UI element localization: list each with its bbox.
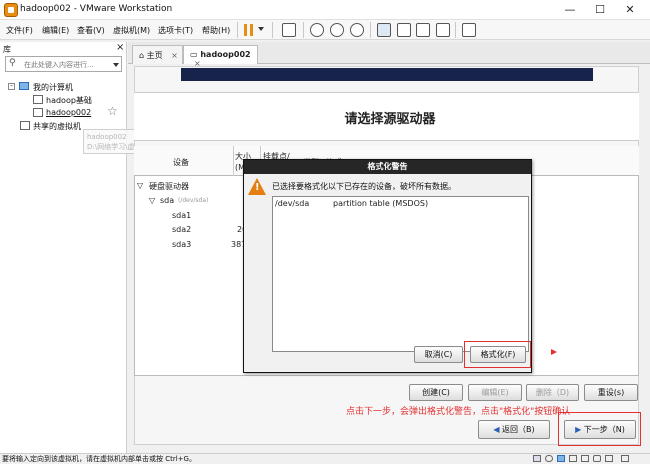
tutorial-annotation: 点击下一步，会弹出格式化警告，点击"格式化"按钮确认 bbox=[346, 407, 571, 417]
send-ctrl-alt-del-icon[interactable] bbox=[282, 23, 296, 37]
col-separator bbox=[233, 146, 234, 176]
vm-icon bbox=[33, 108, 43, 117]
vmware-app-icon bbox=[4, 3, 18, 17]
back-button[interactable]: ◀ 返回（B) bbox=[478, 420, 550, 439]
toolbar-separator bbox=[303, 22, 304, 38]
next-button[interactable]: ▶ 下一步（N) bbox=[564, 420, 636, 439]
row-sda2[interactable]: sda2 bbox=[172, 225, 191, 234]
window-title: hadoop002 - VMware Workstation bbox=[20, 4, 173, 14]
row-sda3[interactable]: sda3 bbox=[172, 240, 191, 249]
toolbar-separator bbox=[455, 22, 456, 38]
menu-vm[interactable]: 虚拟机(M) bbox=[113, 25, 150, 36]
warning-exclamation: ! bbox=[255, 182, 260, 193]
unity-icon[interactable] bbox=[397, 23, 411, 37]
favorite-star-icon[interactable]: ☆ bbox=[107, 104, 118, 118]
pause-icon[interactable] bbox=[244, 24, 253, 36]
back-arrow-icon: ◀ bbox=[493, 425, 500, 434]
close-window-button[interactable]: ✕ bbox=[620, 2, 640, 18]
maximize-button[interactable]: ☐ bbox=[590, 2, 610, 18]
create-button[interactable]: 创建(C) bbox=[409, 384, 463, 401]
menu-file[interactable]: 文件(F) bbox=[6, 25, 33, 36]
toolbar-separator bbox=[237, 22, 238, 38]
printer-status-icon[interactable] bbox=[581, 455, 589, 462]
tab-home-label: 主页 bbox=[146, 51, 163, 60]
list-item-device: /dev/sda bbox=[275, 199, 310, 208]
search-dropdown-icon[interactable] bbox=[113, 63, 119, 67]
toolbar-separator bbox=[370, 22, 371, 38]
pointer-arrow-icon bbox=[551, 349, 557, 355]
list-item-description: partition table (MSDOS) bbox=[333, 199, 429, 208]
dialog-device-list[interactable] bbox=[272, 196, 529, 352]
tree-vm-hadoop002[interactable]: hadoop002 bbox=[46, 108, 91, 117]
dialog-cancel-button[interactable]: 取消(C) bbox=[414, 346, 463, 363]
tree-vm-hadoop-basic[interactable]: hadoop基础 bbox=[46, 95, 92, 106]
tab-hadoop002-label: hadoop002 bbox=[200, 50, 251, 59]
display-status-icon[interactable] bbox=[605, 455, 613, 462]
tab-close-icon[interactable]: × bbox=[171, 51, 178, 60]
vm-tab-icon: ▭ bbox=[190, 50, 198, 59]
menu-help[interactable]: 帮助(H) bbox=[202, 25, 230, 36]
search-icon: ⚲ bbox=[9, 58, 16, 68]
status-text: 要将输入定向到该虚拟机，请在虚拟机内部单击或按 Ctrl+G。 bbox=[2, 455, 196, 463]
edit-button[interactable]: 编辑(E) bbox=[468, 384, 522, 401]
row-sda[interactable]: sda bbox=[160, 196, 174, 205]
expand-arrow-icon[interactable]: ▽ bbox=[149, 196, 155, 205]
installer-banner bbox=[181, 68, 593, 81]
computer-icon bbox=[19, 82, 29, 90]
next-arrow-icon: ▶ bbox=[575, 425, 582, 434]
tab-hadoop002[interactable]: ▭ hadoop002 × bbox=[183, 45, 258, 68]
console-view-icon[interactable] bbox=[436, 23, 450, 37]
menu-view[interactable]: 查看(V) bbox=[77, 25, 105, 36]
sound-status-icon[interactable] bbox=[593, 455, 601, 462]
message-status-icon[interactable] bbox=[621, 455, 629, 462]
tree-shared-vms[interactable]: 共享的虚拟机 bbox=[33, 121, 81, 132]
menu-edit[interactable]: 编辑(E) bbox=[42, 25, 69, 36]
hdd-status-icon[interactable] bbox=[533, 455, 541, 462]
cdrom-status-icon[interactable] bbox=[545, 455, 553, 462]
vm-icon bbox=[33, 95, 43, 104]
delete-button[interactable]: 删除（D) bbox=[526, 384, 579, 401]
snapshot-manager-icon[interactable] bbox=[350, 23, 364, 37]
library-title: 库 bbox=[3, 45, 11, 54]
row-hard-drives[interactable]: 硬盘驱动器 bbox=[149, 181, 189, 192]
dialog-title: 格式化警告 bbox=[244, 160, 531, 174]
library-search-input[interactable]: ⚲ 在此处键入内容进行... bbox=[5, 56, 122, 72]
minimize-button[interactable]: — bbox=[560, 2, 580, 18]
thumbnail-icon[interactable] bbox=[462, 23, 476, 37]
revert-snapshot-icon[interactable] bbox=[330, 23, 344, 37]
shared-vms-icon bbox=[20, 121, 30, 130]
row-sda1[interactable]: sda1 bbox=[172, 211, 191, 220]
dialog-format-button[interactable]: 格式化(F) bbox=[470, 346, 526, 363]
snapshot-icon[interactable] bbox=[310, 23, 324, 37]
fullscreen-icon[interactable] bbox=[416, 23, 430, 37]
library-close-button[interactable]: × bbox=[116, 42, 124, 53]
reset-button[interactable]: 重设(s) bbox=[584, 384, 638, 401]
row-sda-path: (/dev/sda) bbox=[178, 197, 209, 204]
menu-tabs[interactable]: 选项卡(T) bbox=[158, 25, 193, 36]
installer-heading: 请选择源驱动器 bbox=[344, 112, 436, 127]
collapse-tree-icon[interactable]: - bbox=[8, 83, 15, 90]
chevron-down-icon[interactable] bbox=[258, 27, 264, 31]
back-button-label: 返回（B) bbox=[502, 425, 535, 434]
library-view-icon[interactable] bbox=[377, 23, 391, 37]
col-device[interactable]: 设备 bbox=[173, 157, 189, 168]
usb-status-icon[interactable] bbox=[569, 455, 577, 462]
home-icon: ⌂ bbox=[139, 51, 145, 60]
tab-home[interactable]: ⌂ 主页 × bbox=[132, 45, 183, 64]
network-status-icon[interactable] bbox=[557, 455, 565, 462]
next-button-label: 下一步（N) bbox=[583, 425, 625, 434]
tree-my-computer[interactable]: 我的计算机 bbox=[33, 82, 73, 93]
toolbar-separator bbox=[272, 22, 273, 38]
search-placeholder: 在此处键入内容进行... bbox=[24, 61, 94, 69]
expand-arrow-icon[interactable]: ▽ bbox=[137, 181, 143, 190]
dialog-message: 已选择要格式化以下已存在的设备，破坏所有数据。 bbox=[272, 182, 456, 191]
